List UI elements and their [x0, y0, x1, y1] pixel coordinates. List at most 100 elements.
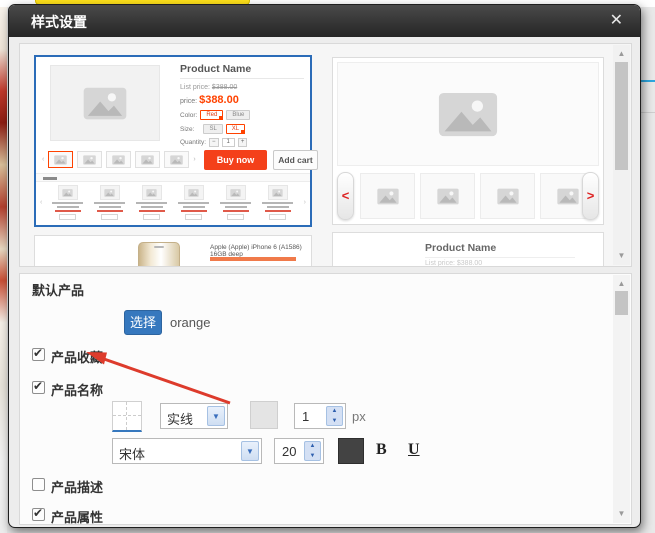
background-right-strip: [641, 7, 655, 533]
checkbox-product-name[interactable]: ✔: [32, 381, 45, 394]
settings-form-panel: 默认产品 选择 orange ✔ 产品收藏 ✔ 产品名称 实线 ▼ 1 ▲ ▼ …: [19, 273, 632, 525]
scroll-down-icon[interactable]: ▼: [613, 249, 630, 263]
checkbox-product-name-label[interactable]: 产品名称: [51, 380, 103, 399]
template-card-detail[interactable]: Product Name List price: $388.00: [332, 232, 604, 267]
chevron-down-icon[interactable]: ▼: [207, 406, 225, 426]
font-size-input[interactable]: 20 ▲ ▼: [274, 438, 324, 464]
spin-up-icon[interactable]: ▲: [327, 408, 342, 414]
checkbox-product-attributes[interactable]: ✔: [32, 508, 45, 521]
border-position-selector[interactable]: [112, 401, 142, 432]
size-option-row: Size: SL XL: [180, 124, 304, 134]
mini-product-cell: [174, 185, 213, 220]
template-card-selected[interactable]: Product Name List price: $388.00 price: …: [34, 55, 312, 227]
iphone-product-image: [138, 242, 180, 267]
font-size-stepper[interactable]: ▲ ▼: [304, 441, 321, 461]
checkbox-product-favorite-label[interactable]: 产品收藏: [51, 347, 103, 366]
mini-product-image: [184, 185, 204, 200]
template-card-carousel[interactable]: < >: [332, 57, 604, 225]
product-image-placeholder: [50, 65, 160, 141]
mini-product-cell: [48, 185, 87, 220]
list-price-value: $388.00: [212, 84, 237, 91]
mini-product-cell: [90, 185, 129, 220]
mini-product-grid: [48, 185, 297, 220]
checkbox-product-description-label[interactable]: 产品描述: [51, 477, 103, 496]
mini-product-image: [142, 185, 162, 200]
mini-product-image: [100, 185, 120, 200]
quantity-row: Quantity: − 1 +: [180, 138, 304, 147]
font-family-select[interactable]: 宋体 ▼: [112, 438, 262, 464]
large-image-placeholder: [337, 62, 599, 166]
scroll-up-icon[interactable]: ▲: [613, 277, 630, 291]
thumbnail: [164, 151, 189, 168]
mini-quantity-input: [227, 214, 244, 220]
settings-scrollbar: ▲ ▼: [613, 275, 630, 523]
quantity-minus: −: [209, 138, 219, 147]
thumb-next-icon: ›: [193, 156, 195, 163]
checkbox-product-description[interactable]: [32, 478, 45, 491]
carousel-next-button: >: [582, 172, 599, 220]
mini-product-cell: [216, 185, 255, 220]
price-line: price: $388.00: [180, 94, 304, 106]
product-info-block: Product Name List price: $388.00 price: …: [180, 63, 304, 147]
mini-product-cell: [132, 185, 171, 220]
border-width-input[interactable]: 1 ▲ ▼: [294, 403, 346, 429]
spin-down-icon[interactable]: ▼: [327, 418, 342, 424]
background-page-sliver: [0, 7, 7, 533]
mini-quantity-input: [185, 214, 202, 220]
checkbox-product-favorite[interactable]: ✔: [32, 348, 45, 361]
border-color-swatch[interactable]: [250, 401, 278, 429]
spin-up-icon[interactable]: ▲: [305, 443, 320, 449]
image-placeholder-icon: [83, 87, 127, 120]
size-chip-sl: SL: [203, 124, 222, 134]
dialog-title: 样式设置: [31, 12, 87, 32]
scrollbar-thumb[interactable]: [615, 62, 628, 170]
quantity-value: 1: [222, 138, 235, 147]
size-chip-xl: XL: [226, 124, 245, 134]
mini-quantity-input: [101, 214, 118, 220]
color-option-row: Color: Red Blue: [180, 110, 304, 120]
carousel-thumbnail: [420, 173, 475, 219]
related-products-header: [36, 173, 310, 182]
thumbnail-strip: ‹ ›: [42, 151, 196, 168]
product-name: Product Name: [180, 63, 304, 79]
thumbnail: [77, 151, 102, 168]
thumbnail: [48, 151, 73, 168]
list-price-line: List price: $388.00: [180, 84, 304, 91]
iphone-price-line: [210, 257, 296, 261]
background-blue-rule: [641, 80, 655, 82]
carousel-strip: < >: [337, 171, 599, 221]
template-preview-panel: Product Name List price: $388.00 price: …: [19, 43, 632, 267]
mini-quantity-input: [143, 214, 160, 220]
spin-down-icon[interactable]: ▼: [305, 453, 320, 459]
scrollbar-thumb[interactable]: [615, 291, 628, 315]
image-placeholder-icon: [438, 92, 498, 137]
close-icon[interactable]: ✕: [610, 11, 623, 31]
carousel-prev-button: <: [337, 172, 354, 220]
chevron-down-icon[interactable]: ▼: [241, 441, 259, 461]
select-product-button[interactable]: 选择: [124, 310, 162, 335]
template-card-list[interactable]: Apple (Apple) iPhone 6 (A1586) 16GB deep: [34, 235, 312, 267]
default-product-label: 默认产品: [32, 280, 84, 299]
checkbox-product-attributes-label[interactable]: 产品属性: [51, 507, 103, 525]
selected-product-value: orange: [170, 315, 210, 330]
font-color-swatch[interactable]: [338, 438, 364, 464]
border-width-stepper[interactable]: ▲ ▼: [326, 406, 343, 426]
bold-button[interactable]: B: [376, 441, 387, 459]
list-price-line: List price: $388.00: [425, 260, 482, 267]
carousel-thumbnail: [360, 173, 415, 219]
dialog-titlebar: 样式设置 ✕: [9, 5, 640, 37]
mini-product-cell: [258, 185, 297, 220]
background-gray-rule: [641, 112, 655, 113]
product-name: Product Name: [425, 242, 575, 258]
add-cart-button: Add cart: [273, 150, 318, 170]
border-style-select[interactable]: 实线 ▼: [160, 403, 228, 429]
underline-button[interactable]: U: [408, 441, 420, 459]
scroll-up-icon[interactable]: ▲: [613, 47, 630, 61]
color-chip-red: Red: [200, 110, 223, 120]
mini-quantity-input: [269, 214, 286, 220]
thumbnail: [106, 151, 131, 168]
scroll-down-icon[interactable]: ▼: [613, 507, 630, 521]
buy-now-button: Buy now: [204, 150, 267, 170]
color-chip-blue: Blue: [226, 110, 250, 120]
thumbnail: [135, 151, 160, 168]
